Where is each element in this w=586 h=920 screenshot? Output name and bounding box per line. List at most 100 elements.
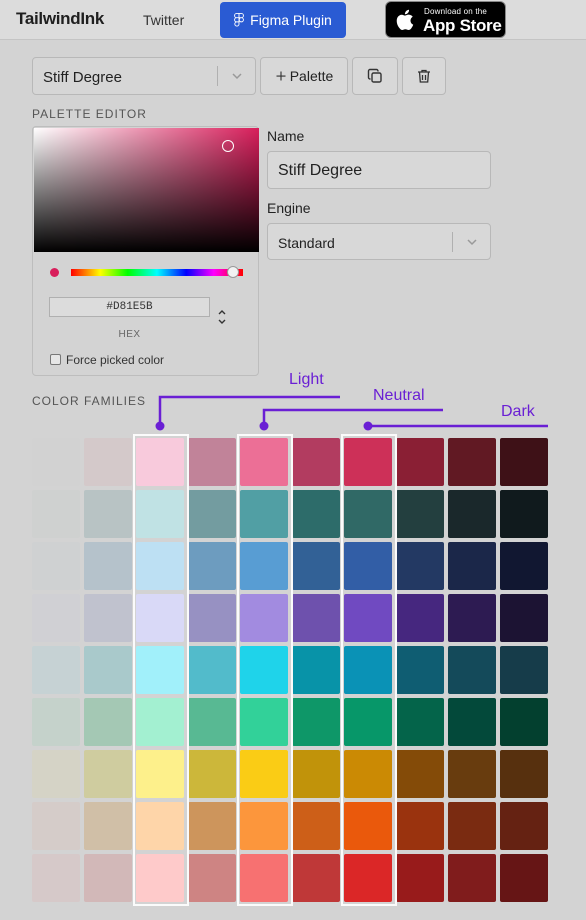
color-swatch[interactable] <box>188 802 236 850</box>
color-swatch[interactable] <box>396 854 444 902</box>
color-swatch[interactable] <box>136 698 184 746</box>
color-swatch[interactable] <box>396 646 444 694</box>
color-swatch[interactable] <box>292 750 340 798</box>
color-swatch[interactable] <box>32 698 80 746</box>
color-swatch[interactable] <box>344 646 392 694</box>
color-swatch[interactable] <box>240 594 288 642</box>
hue-slider[interactable] <box>71 269 243 276</box>
color-swatch[interactable] <box>344 438 392 486</box>
format-toggle-icon[interactable] <box>216 307 228 327</box>
color-swatch[interactable] <box>188 854 236 902</box>
twitter-link[interactable]: Twitter <box>143 12 184 28</box>
color-swatch[interactable] <box>396 802 444 850</box>
color-swatch[interactable] <box>292 594 340 642</box>
add-palette-button[interactable]: Palette <box>260 57 348 95</box>
color-swatch[interactable] <box>32 646 80 694</box>
color-swatch[interactable] <box>448 802 496 850</box>
figma-plugin-button[interactable]: Figma Plugin <box>220 2 346 38</box>
color-swatch[interactable] <box>344 802 392 850</box>
color-swatch[interactable] <box>396 490 444 538</box>
color-swatch[interactable] <box>188 542 236 590</box>
hue-slider-handle[interactable] <box>227 266 239 278</box>
color-swatch[interactable] <box>292 490 340 538</box>
color-swatch[interactable] <box>500 646 548 694</box>
color-swatch[interactable] <box>84 542 132 590</box>
color-swatch[interactable] <box>84 854 132 902</box>
color-swatch[interactable] <box>448 542 496 590</box>
color-swatch[interactable] <box>136 802 184 850</box>
color-swatch[interactable] <box>292 698 340 746</box>
color-swatch[interactable] <box>136 542 184 590</box>
palette-select[interactable]: Stiff Degree <box>32 57 256 95</box>
color-swatch[interactable] <box>136 646 184 694</box>
color-swatch[interactable] <box>448 438 496 486</box>
color-swatch[interactable] <box>240 542 288 590</box>
delete-palette-button[interactable] <box>402 57 446 95</box>
color-swatch[interactable] <box>136 490 184 538</box>
color-swatch[interactable] <box>448 490 496 538</box>
color-swatch[interactable] <box>448 854 496 902</box>
color-swatch[interactable] <box>32 750 80 798</box>
color-swatch[interactable] <box>344 542 392 590</box>
color-swatch[interactable] <box>344 854 392 902</box>
color-swatch[interactable] <box>292 542 340 590</box>
color-swatch[interactable] <box>240 802 288 850</box>
color-swatch[interactable] <box>292 802 340 850</box>
color-swatch[interactable] <box>500 594 548 642</box>
color-swatch[interactable] <box>448 698 496 746</box>
color-swatch[interactable] <box>240 438 288 486</box>
color-swatch[interactable] <box>84 750 132 798</box>
color-swatch[interactable] <box>396 750 444 798</box>
color-swatch[interactable] <box>84 594 132 642</box>
color-swatch[interactable] <box>500 802 548 850</box>
color-swatch[interactable] <box>240 490 288 538</box>
color-swatch[interactable] <box>32 490 80 538</box>
color-swatch[interactable] <box>32 854 80 902</box>
color-swatch[interactable] <box>84 698 132 746</box>
color-swatch[interactable] <box>240 698 288 746</box>
color-swatch[interactable] <box>136 854 184 902</box>
color-swatch[interactable] <box>188 594 236 642</box>
force-picked-checkbox[interactable] <box>50 354 61 365</box>
color-swatch[interactable] <box>396 594 444 642</box>
color-swatch[interactable] <box>84 802 132 850</box>
color-swatch[interactable] <box>136 594 184 642</box>
app-store-badge[interactable]: Download on the App Store <box>385 1 506 38</box>
color-swatch[interactable] <box>188 750 236 798</box>
duplicate-palette-button[interactable] <box>352 57 398 95</box>
color-swatch[interactable] <box>240 750 288 798</box>
color-swatch[interactable] <box>448 646 496 694</box>
color-swatch[interactable] <box>292 854 340 902</box>
color-swatch[interactable] <box>84 490 132 538</box>
color-swatch[interactable] <box>240 646 288 694</box>
color-swatch[interactable] <box>292 646 340 694</box>
color-swatch[interactable] <box>344 490 392 538</box>
color-swatch[interactable] <box>396 698 444 746</box>
color-swatch[interactable] <box>32 438 80 486</box>
color-swatch[interactable] <box>32 542 80 590</box>
app-logo[interactable]: TailwindInk <box>16 9 104 29</box>
color-swatch[interactable] <box>500 438 548 486</box>
color-swatch[interactable] <box>188 490 236 538</box>
color-swatch[interactable] <box>448 750 496 798</box>
color-swatch[interactable] <box>32 594 80 642</box>
color-swatch[interactable] <box>500 542 548 590</box>
color-swatch[interactable] <box>188 438 236 486</box>
color-swatch[interactable] <box>500 490 548 538</box>
color-swatch[interactable] <box>344 594 392 642</box>
color-swatch[interactable] <box>292 438 340 486</box>
color-swatch[interactable] <box>32 802 80 850</box>
color-swatch[interactable] <box>396 438 444 486</box>
engine-select[interactable]: Standard <box>267 223 491 260</box>
color-swatch[interactable] <box>188 646 236 694</box>
color-swatch[interactable] <box>500 698 548 746</box>
color-swatch[interactable] <box>240 854 288 902</box>
color-swatch[interactable] <box>344 698 392 746</box>
color-swatch[interactable] <box>84 646 132 694</box>
color-swatch[interactable] <box>448 594 496 642</box>
color-swatch[interactable] <box>500 750 548 798</box>
hex-input[interactable]: #D81E5B <box>49 297 210 317</box>
color-swatch[interactable] <box>396 542 444 590</box>
color-swatch[interactable] <box>500 854 548 902</box>
saturation-handle[interactable] <box>222 140 234 152</box>
